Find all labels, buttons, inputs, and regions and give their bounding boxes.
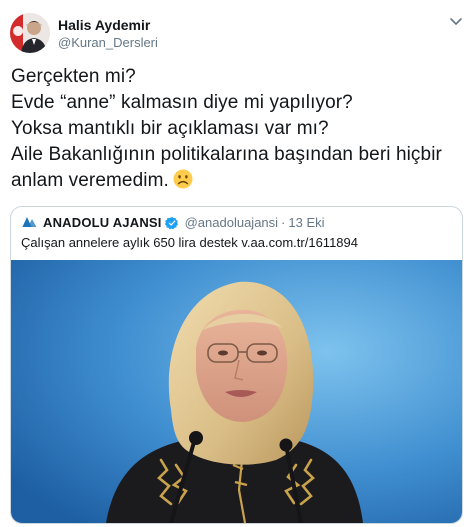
slightly-frowning-face-icon <box>173 169 193 189</box>
tweet-line: Evde “anne” kalmasın diye mi yapılıyor? <box>11 92 353 113</box>
quote-handle[interactable]: @anadoluajansi <box>185 215 278 231</box>
tweet-card: Halis Aydemir @Kuran_Dersleri Gerçekten … <box>0 0 475 527</box>
quote-header: ANADOLU AJANSI @anadoluajansi · 13 Eki <box>21 215 325 231</box>
anadolu-ajansi-logo-icon <box>21 217 38 230</box>
user-handle[interactable]: @Kuran_Dersleri <box>58 34 158 51</box>
quote-display-name[interactable]: ANADOLU AJANSI <box>43 215 162 231</box>
quote-date[interactable]: 13 Eki <box>288 215 324 231</box>
quote-media-photo[interactable] <box>11 260 462 523</box>
tweet-line: Yoksa mantıklı bir açıklaması var mı? <box>11 118 329 139</box>
user-names: Halis Aydemir @Kuran_Dersleri <box>58 17 158 51</box>
quote-text: Çalışan annelere aylık 650 lira destek v… <box>21 235 358 250</box>
tweet-text: Gerçekten mi? Evde “anne” kalmasın diye … <box>11 64 466 194</box>
verified-badge-icon <box>164 216 178 230</box>
tweet-line: Aile Bakanlığının politikalarına başında… <box>11 144 442 165</box>
avatar-image <box>10 13 50 53</box>
quote-separator: · <box>281 215 286 230</box>
tweet-line-last: anlam veremedim. <box>11 168 466 194</box>
tweet-line: anlam veremedim. <box>11 170 169 191</box>
display-name[interactable]: Halis Aydemir <box>58 17 158 34</box>
tweet-header: Halis Aydemir @Kuran_Dersleri <box>10 13 158 55</box>
quoted-tweet[interactable]: ANADOLU AJANSI @anadoluajansi · 13 Eki Ç… <box>10 206 463 524</box>
tweet-line: Gerçekten mi? <box>11 66 136 87</box>
avatar[interactable] <box>10 13 50 53</box>
chevron-down-icon[interactable] <box>447 14 465 28</box>
